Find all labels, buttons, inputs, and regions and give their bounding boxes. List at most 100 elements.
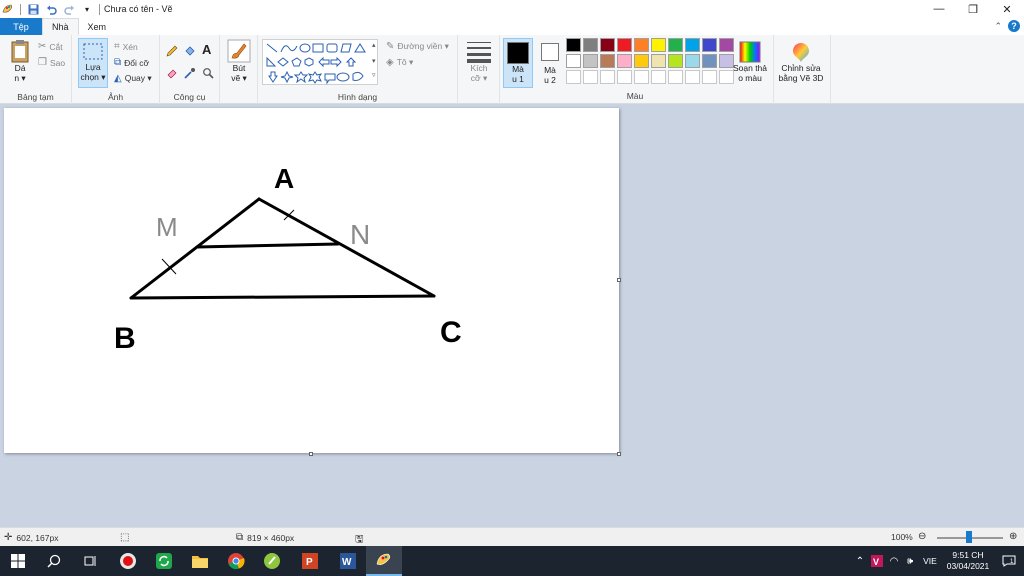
- color-swatch[interactable]: [566, 38, 581, 52]
- notification-center-icon[interactable]: 1: [994, 555, 1024, 567]
- color-swatch[interactable]: [702, 54, 717, 68]
- color-swatch[interactable]: [566, 70, 581, 84]
- wifi-icon[interactable]: ◠: [886, 556, 902, 567]
- color-picker-icon[interactable]: [184, 67, 196, 79]
- volume-icon[interactable]: 🕪: [902, 556, 918, 567]
- canvas-size: ⧉ 819 × 460px: [236, 532, 294, 543]
- color-swatch[interactable]: [583, 38, 598, 52]
- shape-fill-button[interactable]: ◈ Tô ▾: [386, 57, 413, 68]
- color-swatch[interactable]: [634, 38, 649, 52]
- color-swatch[interactable]: [668, 38, 683, 52]
- cut-button[interactable]: ✂ Cắt: [38, 41, 63, 52]
- color-swatch[interactable]: [583, 70, 598, 84]
- zoom-in-icon[interactable]: ⊕: [1009, 531, 1017, 542]
- color-swatch[interactable]: [685, 70, 700, 84]
- crop-button[interactable]: ⌗ Xén: [114, 41, 138, 52]
- zoom-out-icon[interactable]: ⊖: [918, 531, 926, 542]
- undo-icon[interactable]: [45, 3, 57, 15]
- clock[interactable]: 9:51 CH 03/04/2021: [942, 550, 994, 572]
- color-swatch[interactable]: [685, 38, 700, 52]
- eraser-icon[interactable]: [166, 67, 178, 79]
- tab-view[interactable]: Xem: [79, 18, 116, 35]
- color1-label-2: u 1: [512, 74, 524, 84]
- label-c: C: [440, 316, 462, 349]
- close-button[interactable]: ✕: [990, 0, 1024, 18]
- paste-button[interactable]: Dá n ▾: [6, 39, 34, 83]
- color-swatch[interactable]: [702, 38, 717, 52]
- resize-handle-corner[interactable]: [617, 452, 621, 456]
- shapes-scroll-up-icon[interactable]: ▴: [372, 41, 376, 49]
- resize-button[interactable]: ⧉ Đổi cỡ: [114, 57, 149, 68]
- color-swatch[interactable]: [617, 54, 632, 68]
- color-swatch[interactable]: [651, 70, 666, 84]
- rotate-button[interactable]: ◭ Quay ▾: [114, 73, 152, 84]
- minimize-button[interactable]: —: [922, 0, 956, 18]
- fill-bucket-icon[interactable]: [184, 45, 196, 57]
- text-tool-icon[interactable]: A: [202, 42, 211, 57]
- color-swatch[interactable]: [583, 54, 598, 68]
- taskbar-app-sync[interactable]: [146, 546, 182, 576]
- color-swatch[interactable]: [617, 70, 632, 84]
- color1-button[interactable]: Mà u 1: [503, 38, 533, 88]
- color-swatch[interactable]: [651, 54, 666, 68]
- brushes-label-2: vẽ ▾: [231, 73, 247, 83]
- color-swatch[interactable]: [600, 54, 615, 68]
- select-button[interactable]: Lựa chọn ▾: [78, 38, 108, 88]
- color-swatch[interactable]: [702, 70, 717, 84]
- maximize-button[interactable]: ❐: [956, 0, 990, 18]
- shapes-scroll-down-icon[interactable]: ▾: [372, 57, 376, 65]
- taskbar-app-green[interactable]: [254, 546, 290, 576]
- size-button[interactable]: Kích cỡ ▾: [465, 41, 493, 83]
- color-swatch[interactable]: [651, 38, 666, 52]
- zoom-slider-thumb[interactable]: [966, 531, 972, 543]
- tab-file[interactable]: Tệp: [0, 18, 42, 35]
- save-icon[interactable]: [27, 3, 39, 15]
- tray-app-icon[interactable]: V: [868, 555, 886, 567]
- svg-text:V: V: [873, 557, 879, 567]
- resize-handle-bottom[interactable]: [309, 452, 313, 456]
- shapes-more-icon[interactable]: ▿: [372, 71, 376, 79]
- taskbar-app-file-explorer[interactable]: [182, 546, 218, 576]
- color-swatch[interactable]: [634, 70, 649, 84]
- show-hidden-icons-icon[interactable]: ⌃: [852, 556, 868, 567]
- color2-button[interactable]: Mà u 2: [536, 41, 564, 85]
- resize-handle-right[interactable]: [617, 278, 621, 282]
- paint-app-icon[interactable]: [2, 3, 14, 15]
- redo-icon[interactable]: [63, 3, 75, 15]
- shape-outline-button[interactable]: ✎ Đường viền ▾: [386, 41, 449, 52]
- label-m: M: [156, 212, 178, 242]
- drawing-canvas[interactable]: A M N B C: [4, 108, 619, 453]
- taskbar-app-powerpoint[interactable]: P: [292, 546, 328, 576]
- task-view-button[interactable]: [72, 546, 108, 576]
- pencil-icon[interactable]: [166, 45, 178, 57]
- customize-toolbar-icon[interactable]: ▾: [81, 3, 93, 15]
- shapes-gallery[interactable]: [262, 39, 378, 85]
- edit-colors-button[interactable]: Soạn thả o màu: [731, 41, 769, 83]
- color-swatch[interactable]: [617, 38, 632, 52]
- magnifier-icon[interactable]: [202, 67, 214, 79]
- svg-text:P: P: [306, 557, 313, 568]
- label-a: A: [274, 163, 294, 194]
- color-swatch[interactable]: [668, 54, 683, 68]
- taskbar-app-recorder[interactable]: [110, 546, 146, 576]
- color-swatch[interactable]: [600, 38, 615, 52]
- clock-date: 03/04/2021: [946, 561, 990, 571]
- tab-home[interactable]: Nhà: [42, 18, 79, 35]
- color-swatch[interactable]: [634, 54, 649, 68]
- group-size: Kích cỡ ▾: [458, 35, 500, 104]
- search-button[interactable]: [36, 546, 72, 576]
- taskbar-app-chrome[interactable]: [218, 546, 254, 576]
- color-swatch[interactable]: [566, 54, 581, 68]
- collapse-ribbon-icon[interactable]: ⌃: [994, 21, 1002, 32]
- copy-button[interactable]: ❐ Sao: [38, 57, 65, 68]
- color-swatch[interactable]: [600, 70, 615, 84]
- color-swatch[interactable]: [685, 54, 700, 68]
- language-indicator[interactable]: VIE: [918, 556, 942, 566]
- color-swatch[interactable]: [668, 70, 683, 84]
- taskbar-app-word[interactable]: W: [330, 546, 366, 576]
- brushes-button[interactable]: Bút vẽ ▾: [225, 39, 253, 83]
- start-button[interactable]: [0, 546, 36, 576]
- edit-with-paint3d-button[interactable]: Chỉnh sửa bằng Vẽ 3D: [776, 41, 826, 83]
- taskbar-app-paint[interactable]: [366, 546, 402, 576]
- help-icon[interactable]: ?: [1008, 20, 1020, 32]
